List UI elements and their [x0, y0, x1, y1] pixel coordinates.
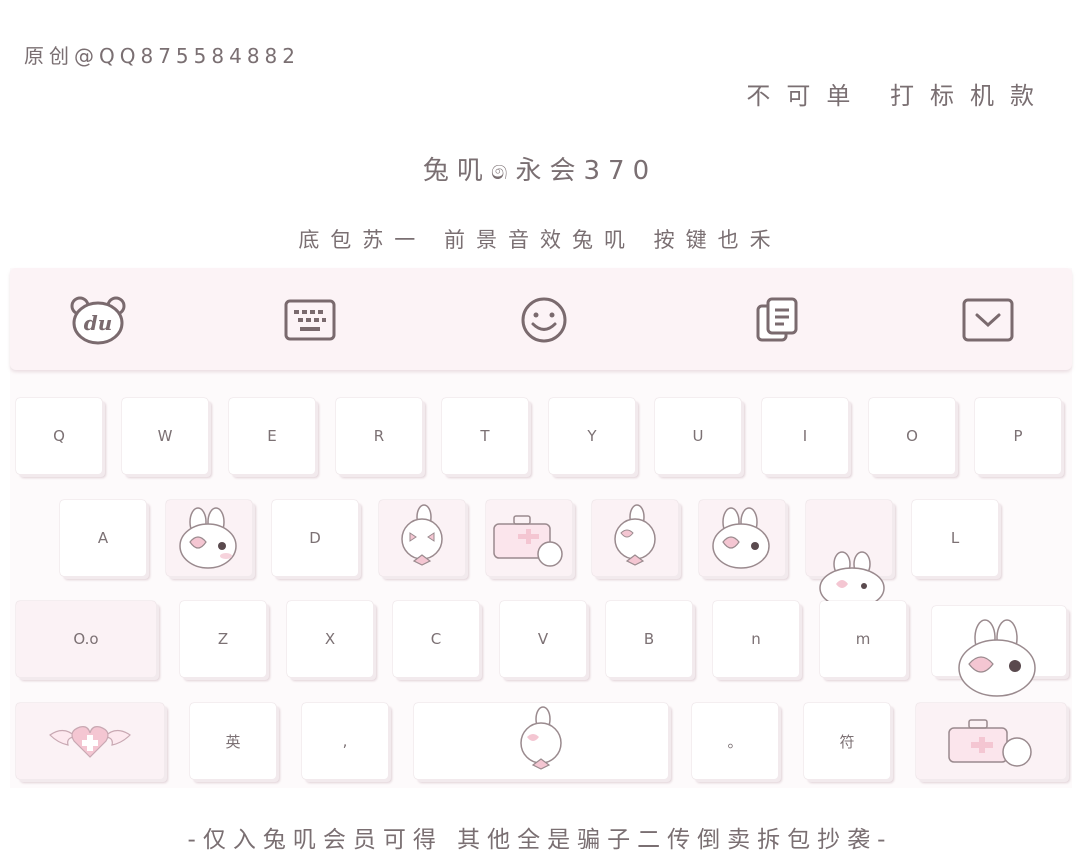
key-g[interactable]	[486, 500, 572, 576]
key-p[interactable]: P	[975, 398, 1061, 474]
winged-heart-icon	[49, 726, 131, 758]
bunny-heart-eye-icon	[712, 507, 770, 569]
key-h[interactable]	[592, 500, 678, 576]
key-o[interactable]: O	[869, 398, 955, 474]
key-n[interactable]: n	[713, 601, 799, 677]
key-shift[interactable]: O.o	[16, 601, 156, 677]
bunny-heart-eye-icon	[179, 507, 237, 569]
key-e[interactable]: E	[229, 398, 315, 474]
credit-text: 原创@QQ875584882	[24, 44, 301, 68]
key-r[interactable]: R	[336, 398, 422, 474]
theme-title: 兔叽෧永会370	[422, 156, 658, 186]
key-q[interactable]: Q	[16, 398, 102, 474]
key-enter[interactable]	[916, 703, 1066, 779]
medical-kit-icon	[948, 719, 1032, 767]
bunny-bow-icon	[520, 706, 562, 770]
keyboard-icon[interactable]	[280, 290, 340, 350]
key-english[interactable]: 英	[190, 703, 276, 779]
key-delete[interactable]	[932, 606, 1066, 697]
key-t[interactable]: T	[442, 398, 528, 474]
bunny-bow-icon	[401, 504, 443, 566]
keyboard-toolbar: du	[10, 268, 1072, 370]
key-l[interactable]: L	[912, 500, 998, 576]
key-z[interactable]: Z	[180, 601, 266, 677]
medical-kit-icon	[493, 515, 563, 567]
key-c[interactable]: C	[393, 601, 479, 677]
key-d[interactable]: D	[272, 500, 358, 576]
bunny-peek-icon	[819, 551, 885, 608]
keyboard: du Q W E R T Y U I O P A D L O.o Z X C V…	[10, 268, 1072, 788]
key-j[interactable]	[699, 500, 785, 576]
key-f[interactable]	[379, 500, 465, 576]
key-s[interactable]	[166, 500, 252, 576]
key-symbols[interactable]: 符	[804, 703, 890, 779]
bunny-heart-eye-icon	[958, 619, 1036, 697]
key-w[interactable]: W	[122, 398, 208, 474]
du-logo-icon[interactable]: du	[68, 290, 128, 350]
footer-text: -仅入兔叽会员可得 其他全是骗子二传倒卖拆包抄袭-	[187, 827, 893, 853]
key-i[interactable]: I	[762, 398, 848, 474]
key-a[interactable]: A	[60, 500, 146, 576]
notice-text: 不可单 打标机款	[746, 82, 1050, 110]
bunny-bow-icon	[614, 504, 656, 566]
svg-text:du: du	[84, 311, 113, 335]
key-period[interactable]: 。	[692, 703, 778, 779]
clipboard-icon[interactable]	[748, 290, 808, 350]
emoji-icon[interactable]	[514, 290, 574, 350]
key-comma[interactable]: ,	[302, 703, 388, 779]
key-space[interactable]	[414, 703, 668, 779]
key-v[interactable]: V	[500, 601, 586, 677]
key-m[interactable]: m	[820, 601, 906, 677]
theme-subtitle: 底包苏一 前景音效兔叽 按键也禾	[298, 228, 782, 252]
key-u[interactable]: U	[655, 398, 741, 474]
key-x[interactable]: X	[287, 601, 373, 677]
key-numbers[interactable]	[16, 703, 164, 779]
key-b[interactable]: B	[606, 601, 692, 677]
key-y[interactable]: Y	[549, 398, 635, 474]
collapse-keyboard-icon[interactable]	[958, 290, 1018, 350]
